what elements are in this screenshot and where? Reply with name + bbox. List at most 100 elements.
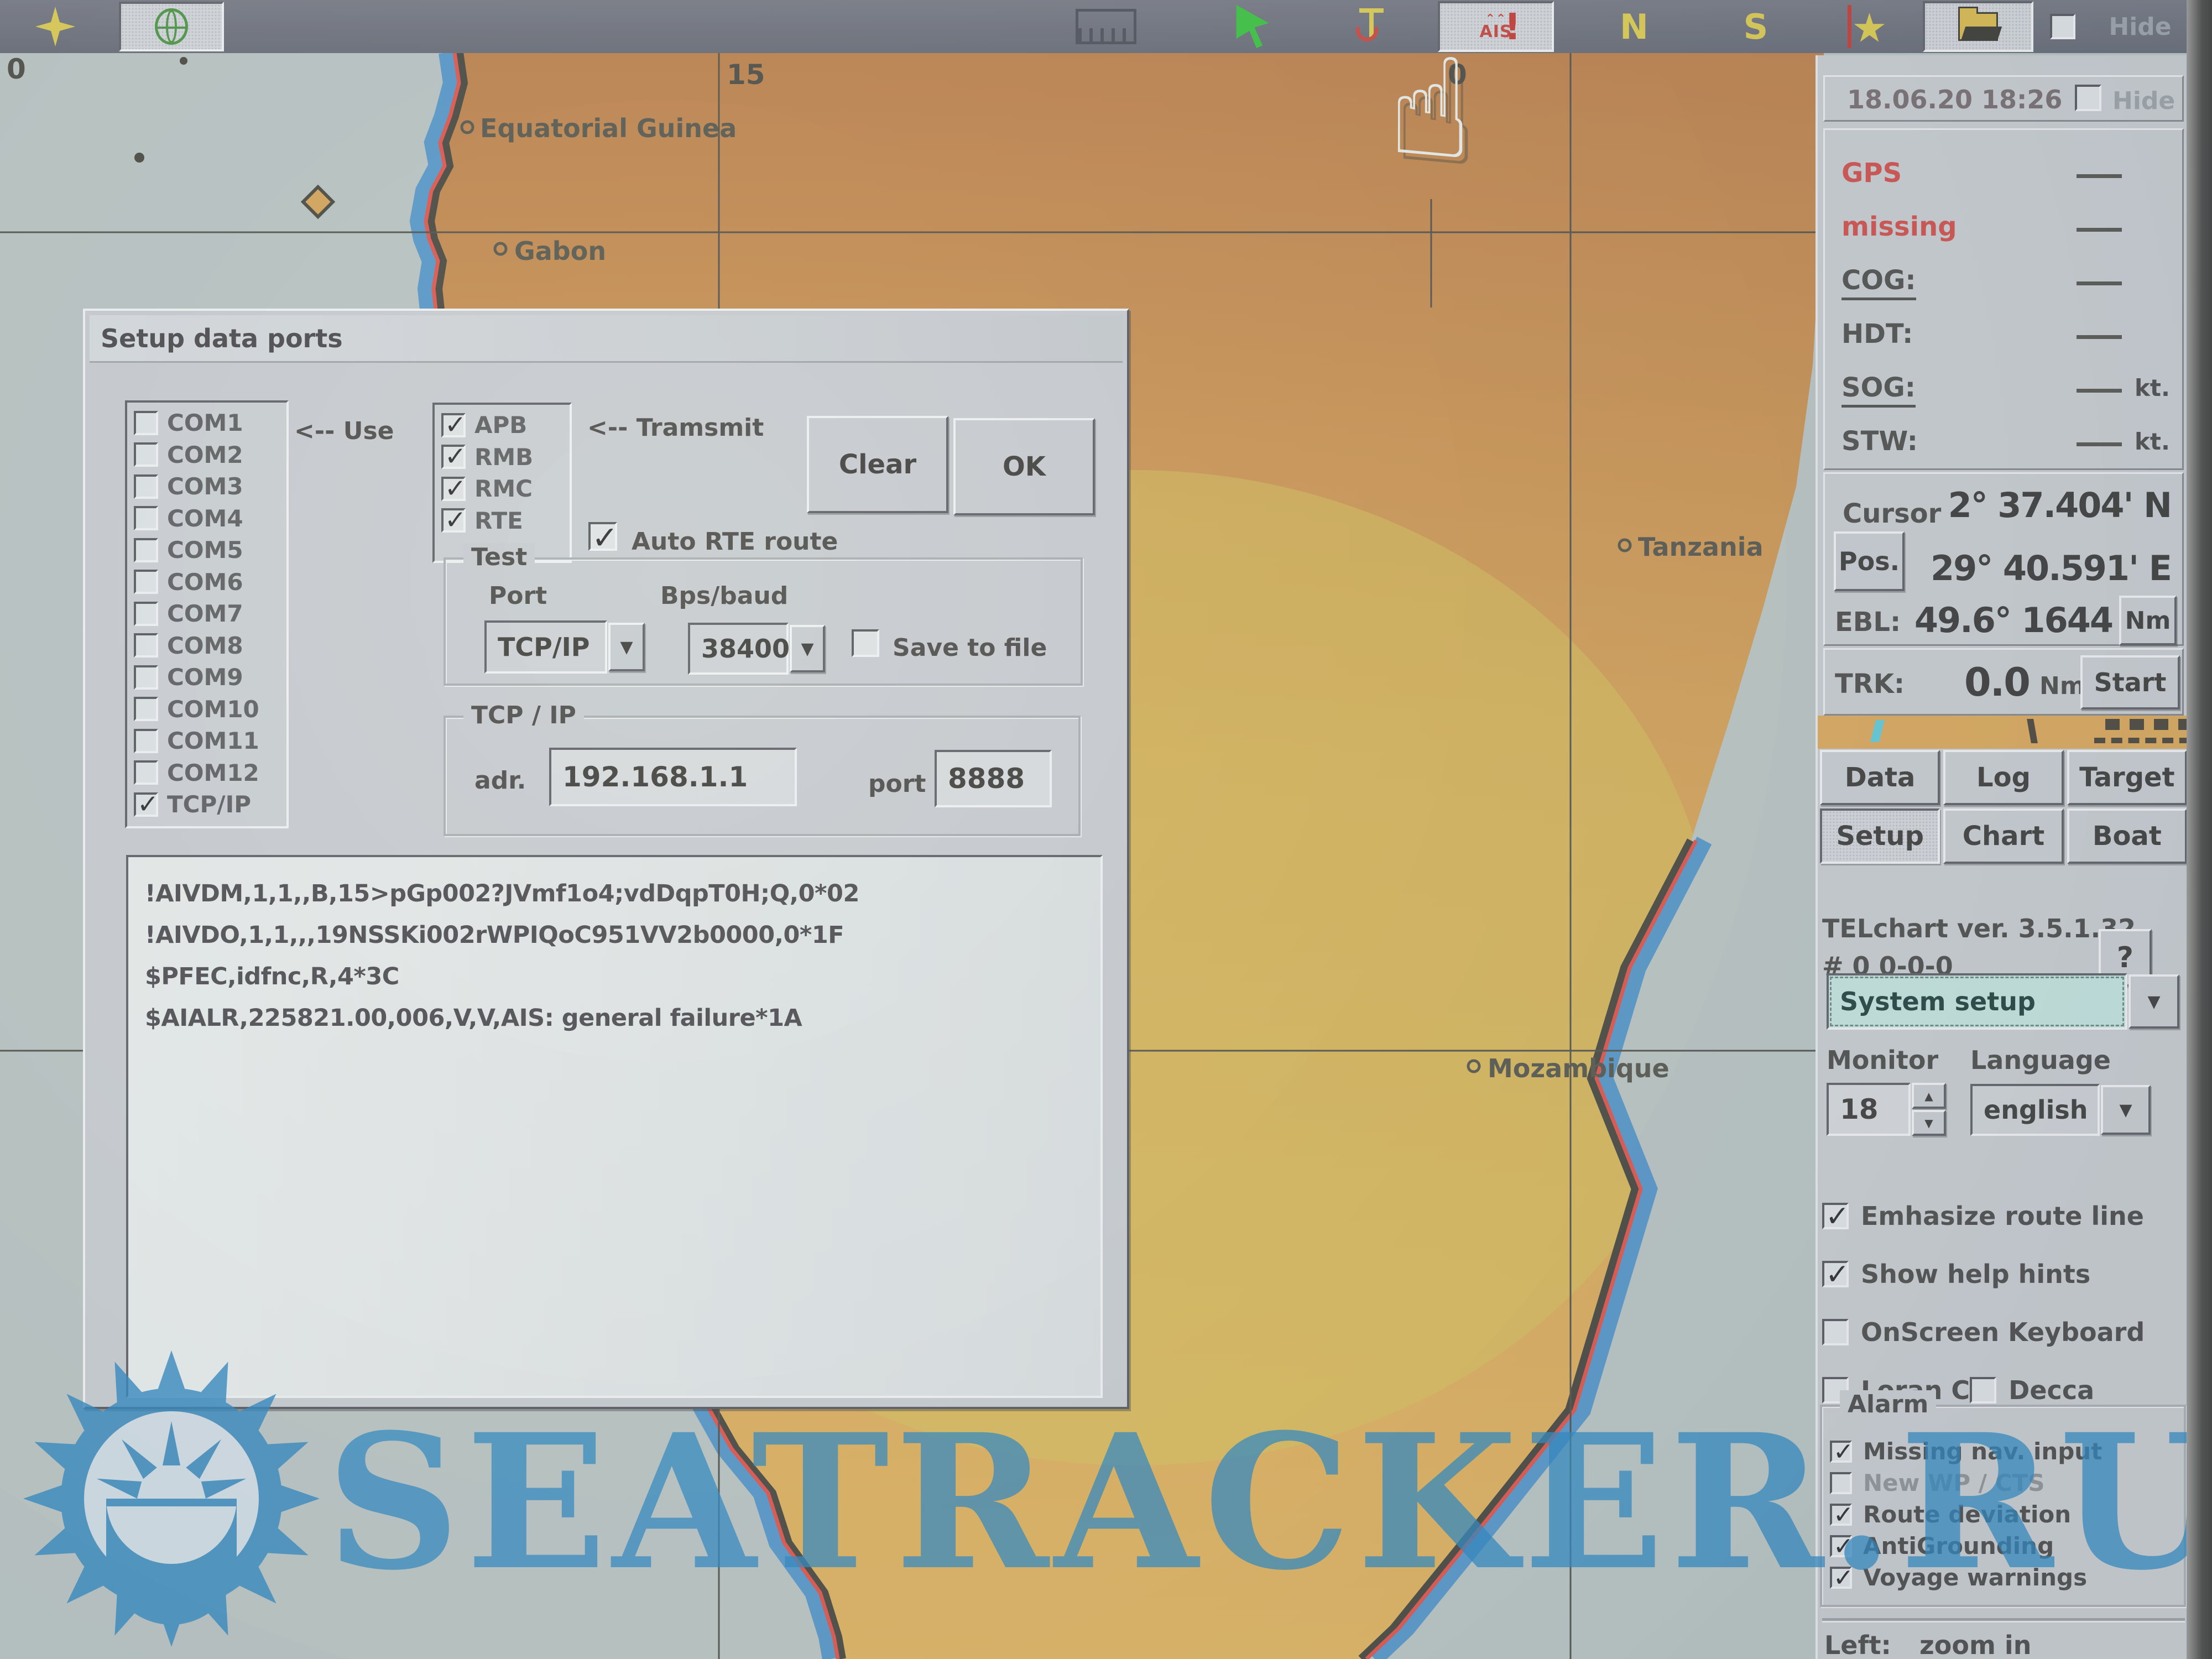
- alarm-checkbox[interactable]: [1830, 1504, 1852, 1526]
- scale-100-button[interactable]: [700, 0, 760, 53]
- ebl-unit-button[interactable]: Nm: [2119, 596, 2177, 645]
- com-port-row[interactable]: COM11: [127, 725, 286, 757]
- language-select[interactable]: english: [1970, 1084, 2100, 1136]
- baud-select[interactable]: 38400: [688, 623, 789, 675]
- com-port-checkbox[interactable]: [134, 792, 158, 817]
- com-port-checkbox[interactable]: [134, 570, 158, 594]
- sidebar-hide-checkbox[interactable]: [2075, 85, 2101, 111]
- save-to-file-checkbox[interactable]: [852, 629, 879, 657]
- tab-button[interactable]: Chart: [1943, 808, 2063, 864]
- nmea-monitor[interactable]: !AIVDM,1,1,,B,15>pGp002?JVmf1o4;vdDqpT0H…: [126, 855, 1103, 1398]
- adr-input[interactable]: 192.168.1.1: [549, 748, 797, 806]
- dialog-titlebar[interactable]: Setup data ports: [90, 315, 1123, 363]
- alarm-row[interactable]: New WP / CTS: [1830, 1467, 2184, 1499]
- option-row[interactable]: OnScreen Keyboard: [1822, 1303, 2145, 1361]
- sentence-checkbox[interactable]: [441, 445, 466, 469]
- com-port-checkbox[interactable]: [134, 665, 158, 690]
- language-select-arrow[interactable]: ▼: [2101, 1085, 2151, 1135]
- com-port-row[interactable]: TCP/IP: [127, 789, 286, 821]
- clear-button[interactable]: Clear: [807, 416, 948, 513]
- com-port-checkbox[interactable]: [134, 697, 158, 721]
- sentence-row[interactable]: RTE: [435, 505, 570, 537]
- com-port-checkbox[interactable]: [134, 506, 158, 530]
- scale-1000b-button[interactable]: [426, 0, 492, 53]
- tab-button[interactable]: Data: [1820, 750, 1940, 805]
- waypoint-button[interactable]: [1830, 0, 1902, 53]
- alarm-row[interactable]: Voyage warnings: [1830, 1562, 2184, 1593]
- toolbar-hide-checkbox[interactable]: [2043, 0, 2082, 53]
- alarm-checkbox[interactable]: [1830, 1567, 1852, 1589]
- route-button[interactable]: N: [1601, 0, 1667, 53]
- alarm-row[interactable]: Route deviation: [1830, 1499, 2184, 1530]
- tab-button[interactable]: Boat: [2067, 808, 2187, 864]
- track-button[interactable]: S: [1723, 0, 1789, 53]
- setup-section-arrow[interactable]: ▼: [2128, 974, 2179, 1029]
- sentence-list[interactable]: APB RMB RMC RTE: [432, 403, 572, 563]
- com-port-row[interactable]: COM1: [127, 407, 286, 439]
- alarm-checkbox[interactable]: [1830, 1441, 1852, 1463]
- scale-30-button[interactable]: [791, 0, 841, 53]
- trk-start-button[interactable]: Start: [2080, 655, 2180, 709]
- sentence-checkbox[interactable]: [441, 477, 466, 501]
- option-checkbox[interactable]: [1970, 1377, 1996, 1404]
- alarm-checkbox[interactable]: [1830, 1472, 1852, 1494]
- sentence-row[interactable]: RMC: [435, 473, 570, 505]
- ok-button[interactable]: OK: [953, 418, 1095, 515]
- sentence-row[interactable]: APB: [435, 409, 570, 441]
- com-port-checkbox[interactable]: [134, 538, 158, 562]
- spin-down-button[interactable]: ▼: [1912, 1110, 1946, 1136]
- com-port-checkbox[interactable]: [134, 602, 158, 626]
- alarm-row[interactable]: AntiGrounding: [1830, 1530, 2184, 1562]
- scale-3-button[interactable]: [948, 0, 987, 53]
- scale-1000-button[interactable]: [299, 0, 365, 53]
- compass-star-button[interactable]: [30, 0, 80, 53]
- com-port-list[interactable]: COM1 COM2 COM3 COM4 COM5: [125, 400, 289, 828]
- com-port-row[interactable]: COM12: [127, 757, 286, 789]
- setup-section-select[interactable]: System setup: [1827, 973, 2127, 1030]
- baud-select-arrow[interactable]: ▼: [790, 625, 825, 672]
- alert-button[interactable]: !: [1493, 0, 1532, 53]
- spin-up-button[interactable]: ▲: [1912, 1083, 1946, 1109]
- port-select[interactable]: TCP/IP: [484, 620, 607, 674]
- com-port-checkbox[interactable]: [134, 633, 158, 658]
- com-port-checkbox[interactable]: [134, 760, 158, 785]
- com-port-row[interactable]: COM6: [127, 566, 286, 598]
- com-port-checkbox[interactable]: [134, 442, 158, 467]
- sentence-checkbox[interactable]: [441, 508, 466, 533]
- tab-button[interactable]: Target: [2067, 750, 2187, 805]
- option-row[interactable]: Emhasize route line: [1822, 1187, 2144, 1245]
- com-port-row[interactable]: COM2: [127, 439, 286, 471]
- option-checkbox[interactable]: [1822, 1203, 1849, 1229]
- tcp-port-input[interactable]: 8888: [935, 750, 1052, 807]
- com-port-checkbox[interactable]: [134, 474, 158, 499]
- open-folder-button[interactable]: [1923, 1, 2033, 52]
- alarm-row[interactable]: Missing nav. input: [1830, 1436, 2184, 1467]
- tab-button[interactable]: Log: [1943, 750, 2063, 805]
- cursor-mode-button[interactable]: [1225, 0, 1280, 53]
- com-port-row[interactable]: COM8: [127, 630, 286, 662]
- com-port-checkbox[interactable]: [134, 411, 158, 435]
- com-port-checkbox[interactable]: [134, 729, 158, 753]
- com-port-row[interactable]: COM7: [127, 598, 286, 630]
- sentence-row[interactable]: RMB: [435, 441, 570, 473]
- com-port-row[interactable]: COM10: [127, 693, 286, 726]
- tab-button[interactable]: Setup: [1820, 808, 1940, 864]
- port-select-arrow[interactable]: ▼: [608, 623, 645, 671]
- option-checkbox[interactable]: [1822, 1261, 1849, 1287]
- alarm-checkbox[interactable]: [1830, 1535, 1852, 1557]
- com-port-row[interactable]: COM3: [127, 471, 286, 503]
- sentence-checkbox[interactable]: [441, 413, 466, 437]
- anchor-button[interactable]: [1344, 0, 1399, 53]
- com-port-row[interactable]: COM4: [127, 503, 286, 535]
- com-port-row[interactable]: COM9: [127, 661, 286, 693]
- scale-300-button[interactable]: [559, 0, 619, 53]
- scale-10-button[interactable]: [863, 0, 912, 53]
- monitor-stepper[interactable]: 18: [1827, 1083, 1911, 1136]
- com-port-row[interactable]: COM5: [127, 534, 286, 566]
- option-row[interactable]: Show help hints: [1822, 1245, 2090, 1303]
- pos-button[interactable]: Pos.: [1834, 531, 1905, 591]
- auto-rte-checkbox[interactable]: [588, 522, 617, 551]
- option-checkbox[interactable]: [1822, 1319, 1849, 1345]
- globe-button[interactable]: [119, 2, 224, 51]
- ruler-button[interactable]: [1070, 0, 1142, 53]
